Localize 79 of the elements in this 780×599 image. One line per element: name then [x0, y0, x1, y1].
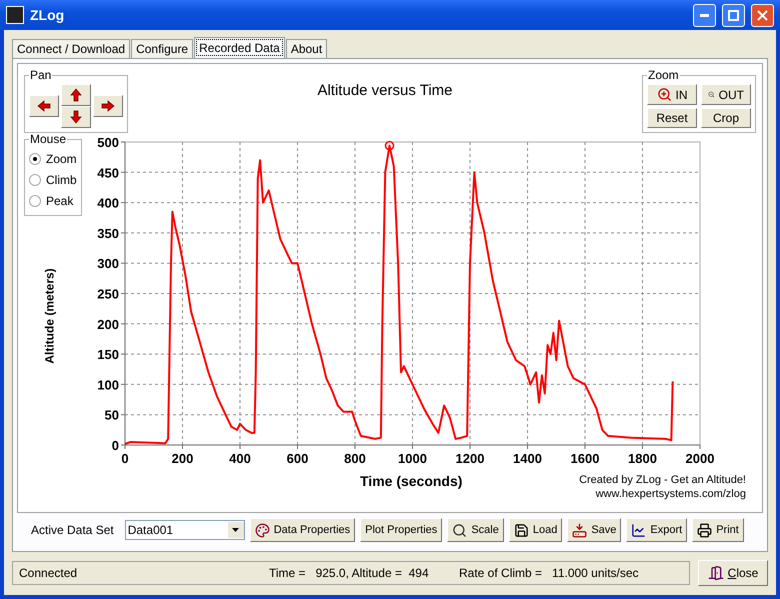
magnifier-icon — [452, 522, 468, 538]
x-tick-label: 1600 — [570, 451, 600, 466]
pan-left-button[interactable] — [29, 95, 59, 117]
plot-properties-button[interactable]: Plot Properties — [360, 518, 442, 542]
group-title: Pan — [29, 68, 52, 82]
save-button[interactable]: Save — [567, 518, 622, 542]
y-tick-label: 450 — [97, 165, 119, 180]
x-axis-label: Time (seconds) — [360, 473, 462, 489]
radio-option[interactable]: Climb — [29, 169, 77, 190]
tab[interactable]: About — [286, 39, 328, 58]
status-text: Rate of Climb = 11.000 units/sec — [459, 566, 639, 580]
radio-option[interactable]: Zoom — [29, 148, 77, 169]
zoom-action-button[interactable]: Crop — [701, 108, 751, 128]
y-tick-label: 150 — [97, 347, 119, 362]
minimize-button[interactable] — [693, 4, 716, 26]
y-tick-label: 50 — [104, 408, 119, 423]
y-tick-label: 250 — [97, 286, 119, 302]
group-title: Mouse — [29, 132, 68, 146]
pan-up-button[interactable] — [61, 84, 91, 106]
x-tick-label: 200 — [172, 451, 194, 466]
maximize-button[interactable] — [722, 4, 745, 26]
dataset-label: Active Data Set — [31, 523, 114, 537]
radio-option[interactable]: Peak — [29, 190, 77, 211]
zoom-action-button[interactable]: Reset — [647, 108, 697, 128]
credit-text: www.hexpertsystems.com/zlog — [594, 487, 746, 501]
palette-icon — [254, 522, 270, 538]
minimize-icon — [700, 14, 709, 16]
tab[interactable]: Configure — [131, 39, 194, 58]
x-tick-label: 1000 — [398, 451, 427, 466]
window-title: ZLog — [30, 7, 66, 23]
credit-text: Created by ZLog - Get an Altitude! — [579, 473, 746, 487]
tab[interactable]: Recorded Data — [194, 37, 285, 58]
save-icon — [572, 522, 588, 538]
x-tick-label: 1400 — [513, 451, 542, 466]
chart-title: Altitude versus Time — [317, 82, 453, 99]
caret-icon — [232, 528, 240, 532]
peak-marker — [384, 140, 394, 150]
y-tick-label: 100 — [97, 377, 119, 392]
status-text: Time = 925.0, Altitude = 494 — [269, 566, 430, 580]
load-button[interactable]: Load — [508, 518, 562, 542]
pan-down-button[interactable] — [61, 106, 91, 128]
dataset-dropdown[interactable]: Data001 — [124, 520, 245, 540]
x-tick-label: 1800 — [628, 451, 657, 466]
group-title: Zoom — [647, 68, 680, 82]
y-tick-label: 400 — [97, 196, 119, 211]
close-button[interactable] — [751, 4, 774, 26]
zoom-out-button[interactable]: OUT — [701, 84, 751, 105]
y-tick-label: 300 — [97, 256, 119, 272]
x-tick-label: 0 — [121, 451, 129, 466]
printer-icon — [697, 522, 712, 538]
print-button[interactable]: Print — [692, 518, 744, 542]
arrow-right-icon — [101, 99, 115, 113]
data-properties-button[interactable]: Data Properties — [250, 518, 356, 542]
y-tick-label: 0 — [112, 438, 119, 453]
close-app-button[interactable]: Close — [698, 560, 768, 586]
chart-icon — [631, 522, 646, 538]
arrow-down-icon — [69, 110, 83, 124]
zoom-in-icon — [656, 87, 672, 102]
arrow-up-icon — [69, 88, 83, 102]
y-tick-label: 350 — [97, 226, 119, 241]
x-tick-label: 400 — [229, 451, 251, 466]
arrow-left-icon — [37, 99, 51, 113]
y-tick-label: 200 — [97, 316, 119, 332]
pan-right-button[interactable] — [93, 95, 123, 117]
x-tick-label: 800 — [344, 451, 366, 466]
tab[interactable]: Connect / Download — [12, 39, 130, 58]
app-icon — [6, 6, 24, 24]
x-tick-label: 1200 — [456, 451, 484, 466]
zoom-in-button[interactable]: IN — [647, 84, 697, 105]
status-text: Connected — [19, 566, 78, 580]
scale-button[interactable]: Scale — [447, 518, 504, 542]
x-tick-label: 600 — [286, 451, 308, 466]
door-icon — [708, 565, 724, 581]
maximize-icon — [728, 10, 739, 20]
y-axis-label: Altitude (meters) — [43, 268, 57, 364]
close-icon — [757, 10, 768, 20]
x-tick-label: 2000 — [686, 451, 714, 466]
export-button[interactable]: Export — [626, 518, 688, 542]
y-tick-label: 500 — [97, 135, 119, 150]
